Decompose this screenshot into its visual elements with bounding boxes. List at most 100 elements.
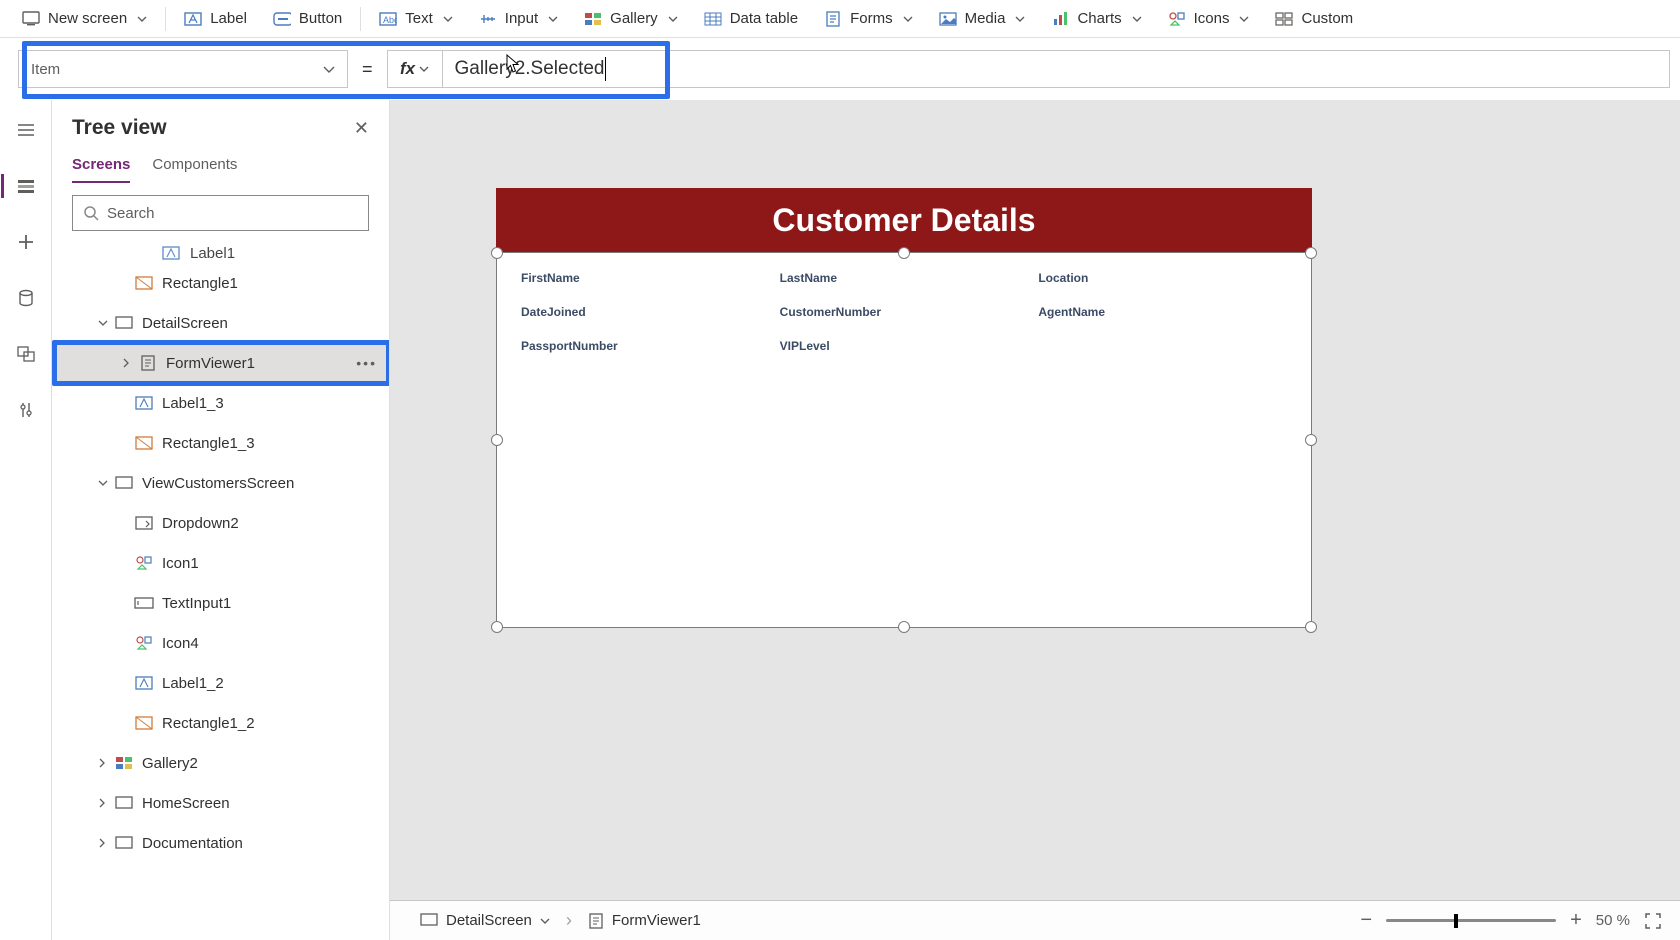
resize-handle[interactable]	[491, 621, 503, 633]
tree-item-gallery2[interactable]: Gallery2	[52, 743, 389, 783]
property-dropdown[interactable]: Item	[18, 50, 348, 88]
media-btn-label: Media	[965, 10, 1006, 27]
button-icon	[273, 10, 291, 28]
chevron-down-icon	[443, 16, 453, 22]
zoom-out-button[interactable]: −	[1360, 909, 1372, 932]
tab-components[interactable]: Components	[152, 156, 237, 183]
formula-input[interactable]: Gallery2.Selected	[443, 50, 1670, 88]
tree-item-rectangle1_3[interactable]: Rectangle1_3	[52, 423, 389, 463]
custom-icon	[1275, 10, 1293, 28]
custom-button[interactable]: Custom	[1263, 6, 1365, 32]
chevron-down-icon	[323, 66, 335, 73]
tree-item-icon4[interactable]: Icon4	[52, 623, 389, 663]
form-field-location[interactable]: Location	[1038, 271, 1287, 285]
form-field-firstname[interactable]: FirstName	[521, 271, 770, 285]
chevron-icon	[98, 758, 114, 768]
tree-item-rectangle1_2[interactable]: Rectangle1_2	[52, 703, 389, 743]
resize-handle[interactable]	[1305, 247, 1317, 259]
label-button[interactable]: Label	[172, 6, 259, 32]
advanced-button[interactable]	[10, 394, 42, 426]
tree-list[interactable]: Label1 Rectangle1 DetailScreen FormViewer1…	[52, 243, 389, 940]
new-screen-button[interactable]: New screen	[10, 6, 159, 32]
text-button[interactable]: Abc Text	[367, 6, 465, 32]
charts-button[interactable]: Charts	[1039, 6, 1153, 32]
tree-item-documentation[interactable]: Documentation	[52, 823, 389, 863]
tree-item-label: Label1	[190, 245, 235, 262]
chevron-down-icon	[548, 16, 558, 22]
resize-handle[interactable]	[1305, 434, 1317, 446]
form-field-customernumber[interactable]: CustomerNumber	[780, 305, 1029, 319]
gallery-button[interactable]: Gallery	[572, 6, 690, 32]
tree-item-label: Rectangle1	[162, 275, 238, 292]
design-surface[interactable]: Customer Details FirstNameLastNameLocati…	[496, 188, 1312, 628]
tree-item-label: Rectangle1_2	[162, 715, 255, 732]
tree-item-label1_2[interactable]: Label1_2	[52, 663, 389, 703]
chevron-right-icon: ›	[562, 910, 576, 931]
datatable-button[interactable]: Data table	[692, 6, 810, 32]
zoom-thumb[interactable]	[1454, 914, 1458, 928]
tree-item-cutoff[interactable]: Label1	[52, 243, 389, 263]
label-icon	[134, 673, 154, 693]
screen-icon	[420, 913, 438, 928]
button-button[interactable]: Button	[261, 6, 354, 32]
tree-item-rectangle1[interactable]: Rectangle1	[52, 263, 389, 303]
canvas-scroll[interactable]: Customer Details FirstNameLastNameLocati…	[390, 100, 1680, 900]
hamburger-button[interactable]	[10, 114, 42, 146]
form-field-lastname[interactable]: LastName	[780, 271, 1029, 285]
close-icon[interactable]: ✕	[354, 118, 369, 139]
resize-handle[interactable]	[898, 621, 910, 633]
tree-item-label: ViewCustomersScreen	[142, 475, 294, 492]
resize-handle[interactable]	[1305, 621, 1317, 633]
button-btn-label: Button	[299, 10, 342, 27]
label-icon	[134, 393, 154, 413]
breadcrumb-bar: DetailScreen › FormViewer1 − + 50 %	[390, 900, 1680, 940]
screen-icon	[114, 313, 134, 333]
zoom-slider[interactable]	[1386, 919, 1556, 922]
chevron-icon	[98, 838, 114, 848]
rect-icon	[134, 273, 154, 293]
resize-handle[interactable]	[491, 434, 503, 446]
textinput-icon	[134, 593, 154, 613]
icons-icon	[1168, 10, 1186, 28]
media-button[interactable]: Media	[927, 6, 1038, 32]
forms-button[interactable]: Forms	[812, 6, 925, 32]
tree-item-viewcustomersscreen[interactable]: ViewCustomersScreen	[52, 463, 389, 503]
form-field-passportnumber[interactable]: PassportNumber	[521, 339, 770, 353]
search-input[interactable]: Search	[72, 195, 369, 231]
input-button[interactable]: Input	[467, 6, 570, 32]
gallery-icon	[114, 753, 134, 773]
tree-view-button[interactable]	[10, 170, 42, 202]
more-icon[interactable]: •••	[356, 355, 377, 371]
ribbon: New screen Label Button Abc Text Input G…	[0, 0, 1680, 38]
tree-item-formviewer1[interactable]: FormViewer1•••	[52, 343, 389, 383]
tree-item-label: Dropdown2	[162, 515, 239, 532]
media-nav-button[interactable]	[10, 338, 42, 370]
breadcrumb-screen[interactable]: DetailScreen	[408, 908, 562, 933]
fx-button[interactable]: fx	[387, 50, 443, 88]
tree-item-textinput1[interactable]: TextInput1	[52, 583, 389, 623]
breadcrumb-control[interactable]: FormViewer1	[576, 908, 713, 933]
form-icon	[138, 353, 158, 373]
resize-handle[interactable]	[491, 247, 503, 259]
zoom-controls: − + 50 %	[1360, 909, 1662, 932]
zoom-in-button[interactable]: +	[1570, 909, 1582, 932]
tree-item-label: Gallery2	[142, 755, 198, 772]
form-field-agentname[interactable]: AgentName	[1038, 305, 1287, 319]
new-screen-label: New screen	[48, 10, 127, 27]
tree-item-label: DetailScreen	[142, 315, 228, 332]
insert-button[interactable]	[10, 226, 42, 258]
tree-item-detailscreen[interactable]: DetailScreen	[52, 303, 389, 343]
fit-screen-icon[interactable]	[1644, 912, 1662, 930]
tree-item-dropdown2[interactable]: Dropdown2	[52, 503, 389, 543]
form-viewer-selection[interactable]: FirstName LastName Location DateJoined Custo…	[496, 252, 1312, 628]
tab-screens[interactable]: Screens	[72, 156, 130, 183]
tree-item-icon1[interactable]: Icon1	[52, 543, 389, 583]
resize-handle[interactable]	[898, 247, 910, 259]
icons-button[interactable]: Icons	[1156, 6, 1262, 32]
tree-item-label1_3[interactable]: Label1_3	[52, 383, 389, 423]
property-value: Item	[31, 61, 60, 78]
form-field-datejoined[interactable]: DateJoined	[521, 305, 770, 319]
form-field-viplevel[interactable]: VIPLevel	[780, 339, 1029, 353]
data-button[interactable]	[10, 282, 42, 314]
tree-item-homescreen[interactable]: HomeScreen	[52, 783, 389, 823]
